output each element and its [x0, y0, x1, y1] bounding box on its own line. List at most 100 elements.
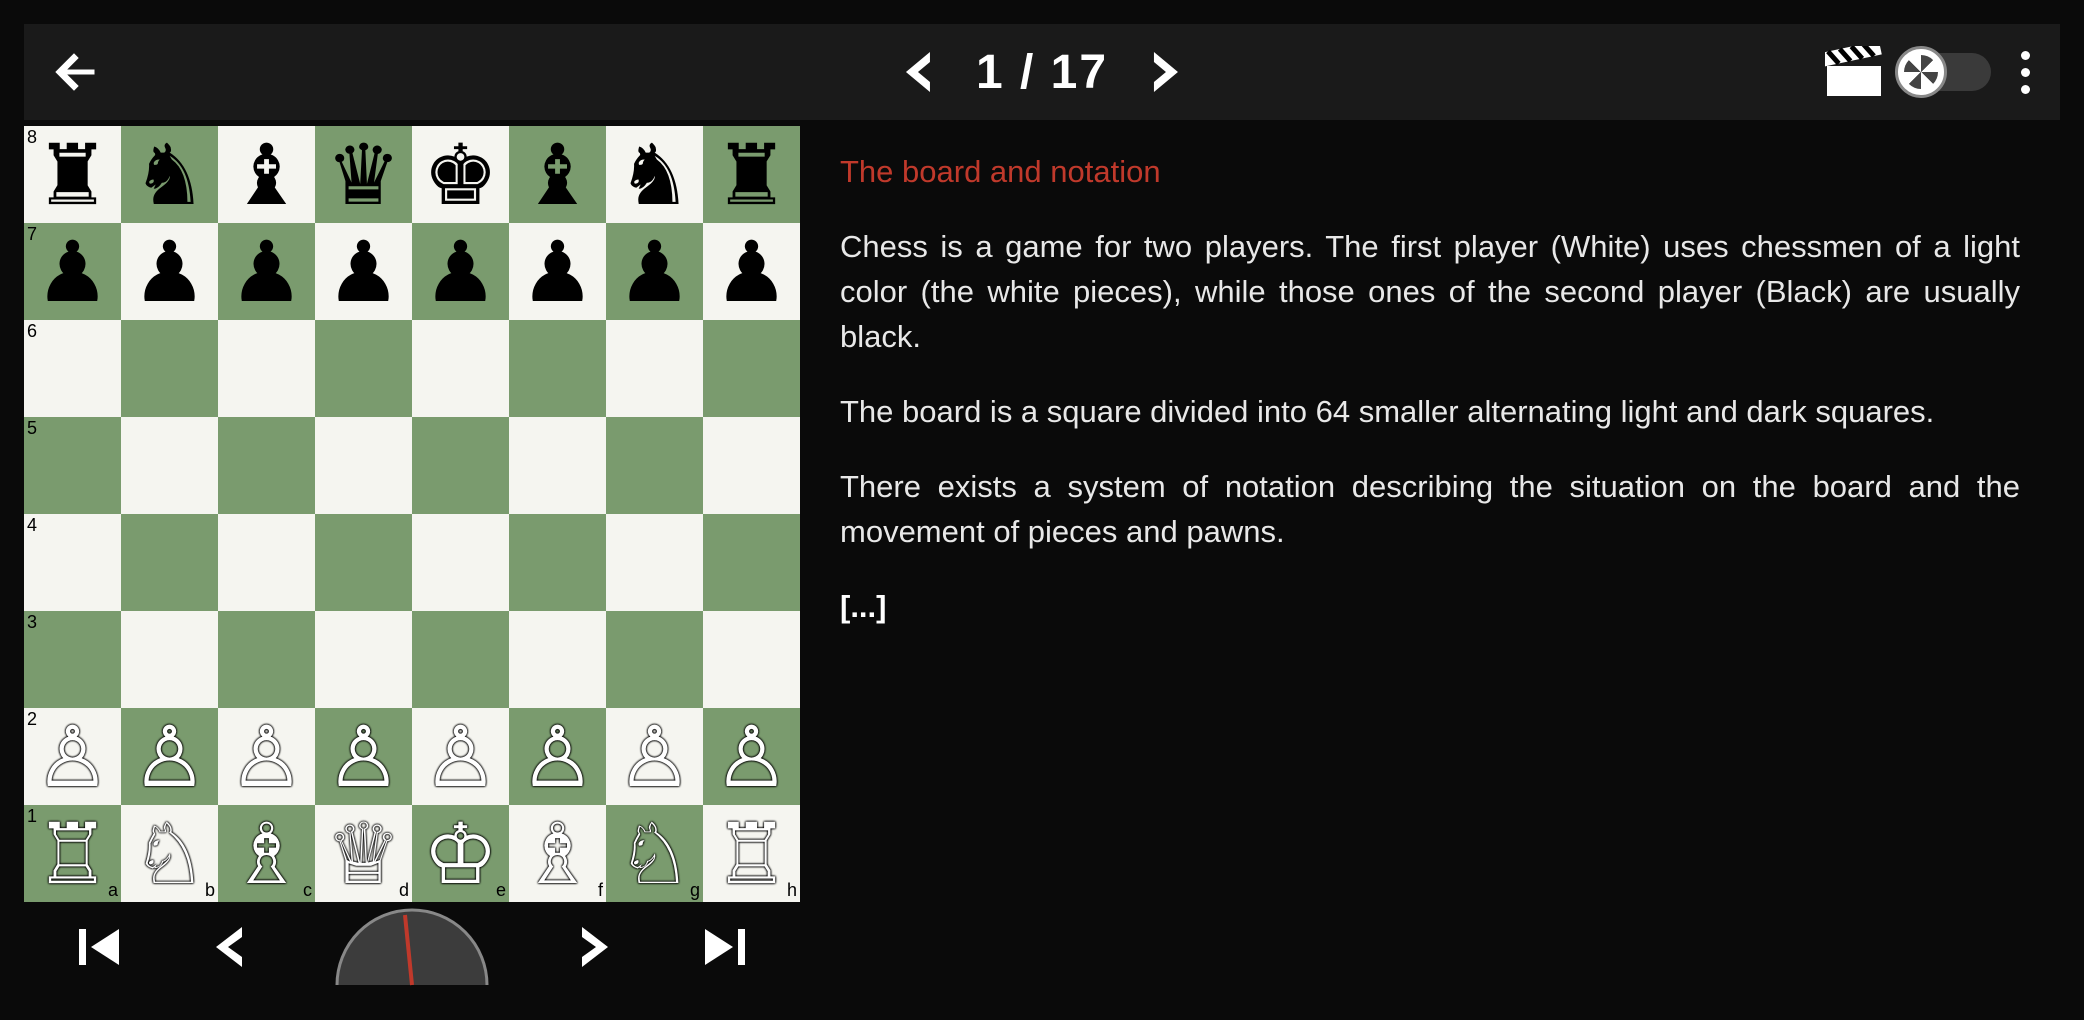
dot-icon [2021, 85, 2030, 94]
white-pawn-icon: ♙ [326, 715, 401, 799]
chevron-left-icon [900, 48, 936, 96]
square-b6[interactable] [121, 320, 218, 417]
black-rook-icon: ♜ [714, 133, 789, 217]
square-c6[interactable] [218, 320, 315, 417]
pager-next-button[interactable] [1148, 48, 1184, 96]
square-b4[interactable] [121, 514, 218, 611]
chevron-left-icon [208, 919, 248, 975]
back-button[interactable] [54, 48, 102, 96]
square-d1[interactable]: d♕ [315, 805, 412, 902]
square-g7[interactable]: ♟ [606, 223, 703, 320]
square-a8[interactable]: 8♜ [24, 126, 121, 223]
square-b5[interactable] [121, 417, 218, 514]
square-d2[interactable]: ♙ [315, 708, 412, 805]
square-h8[interactable]: ♜ [703, 126, 800, 223]
black-pawn-icon: ♟ [617, 230, 692, 314]
black-pawn-icon: ♟ [132, 230, 207, 314]
square-f4[interactable] [509, 514, 606, 611]
square-b8[interactable]: ♞ [121, 126, 218, 223]
square-f7[interactable]: ♟ [509, 223, 606, 320]
board-style-toggle[interactable] [1913, 53, 1991, 91]
square-h3[interactable] [703, 611, 800, 708]
square-h2[interactable]: ♙ [703, 708, 800, 805]
square-d4[interactable] [315, 514, 412, 611]
square-g4[interactable] [606, 514, 703, 611]
lesson-text-panel: The board and notation Chess is a game f… [800, 120, 2060, 1020]
board-column: 8♜♞♝♛♚♝♞♜7♟♟♟♟♟♟♟♟65432♙♙♙♙♙♙♙♙1a♖b♘c♗d♕… [24, 120, 800, 1020]
clapperboard-button[interactable] [1825, 46, 1883, 98]
file-label: g [690, 880, 700, 901]
move-last-button[interactable] [695, 919, 751, 975]
square-a7[interactable]: 7♟ [24, 223, 121, 320]
square-a5[interactable]: 5 [24, 417, 121, 514]
square-f5[interactable] [509, 417, 606, 514]
square-h7[interactable]: ♟ [703, 223, 800, 320]
square-g3[interactable] [606, 611, 703, 708]
square-b2[interactable]: ♙ [121, 708, 218, 805]
move-next-button[interactable] [576, 919, 616, 975]
square-b7[interactable]: ♟ [121, 223, 218, 320]
dot-icon [2021, 51, 2030, 60]
overflow-menu-button[interactable] [2021, 51, 2030, 94]
square-e2[interactable]: ♙ [412, 708, 509, 805]
square-d5[interactable] [315, 417, 412, 514]
lesson-paragraph: The board is a square divided into 64 sm… [840, 390, 2020, 435]
read-more-button[interactable]: [...] [840, 585, 2020, 630]
white-bishop-icon: ♗ [520, 812, 595, 896]
square-d8[interactable]: ♛ [315, 126, 412, 223]
square-e3[interactable] [412, 611, 509, 708]
square-h5[interactable] [703, 417, 800, 514]
square-e1[interactable]: e♔ [412, 805, 509, 902]
square-d7[interactable]: ♟ [315, 223, 412, 320]
square-c8[interactable]: ♝ [218, 126, 315, 223]
square-f6[interactable] [509, 320, 606, 417]
square-e4[interactable] [412, 514, 509, 611]
square-h4[interactable] [703, 514, 800, 611]
white-pawn-icon: ♙ [132, 715, 207, 799]
square-e8[interactable]: ♚ [412, 126, 509, 223]
move-first-button[interactable] [73, 919, 129, 975]
square-g2[interactable]: ♙ [606, 708, 703, 805]
square-c3[interactable] [218, 611, 315, 708]
square-c4[interactable] [218, 514, 315, 611]
eval-gauge[interactable] [327, 905, 497, 990]
square-d6[interactable] [315, 320, 412, 417]
move-prev-button[interactable] [208, 919, 248, 975]
black-knight-icon: ♞ [617, 133, 692, 217]
white-king-icon: ♔ [423, 812, 498, 896]
square-c5[interactable] [218, 417, 315, 514]
square-c1[interactable]: c♗ [218, 805, 315, 902]
pager-prev-button[interactable] [900, 48, 936, 96]
square-g1[interactable]: g♘ [606, 805, 703, 902]
square-a6[interactable]: 6 [24, 320, 121, 417]
square-f1[interactable]: f♗ [509, 805, 606, 902]
square-g8[interactable]: ♞ [606, 126, 703, 223]
square-c7[interactable]: ♟ [218, 223, 315, 320]
square-b1[interactable]: b♘ [121, 805, 218, 902]
square-d3[interactable] [315, 611, 412, 708]
topbar: 1 / 17 [24, 24, 2060, 120]
white-rook-icon: ♖ [35, 812, 110, 896]
square-f2[interactable]: ♙ [509, 708, 606, 805]
square-a2[interactable]: 2♙ [24, 708, 121, 805]
last-icon [695, 919, 751, 975]
clapperboard-icon [1825, 46, 1883, 98]
chess-board[interactable]: 8♜♞♝♛♚♝♞♜7♟♟♟♟♟♟♟♟65432♙♙♙♙♙♙♙♙1a♖b♘c♗d♕… [24, 126, 800, 902]
square-c2[interactable]: ♙ [218, 708, 315, 805]
square-g6[interactable] [606, 320, 703, 417]
white-bishop-icon: ♗ [229, 812, 304, 896]
white-pawn-icon: ♙ [35, 715, 110, 799]
square-e7[interactable]: ♟ [412, 223, 509, 320]
square-h6[interactable] [703, 320, 800, 417]
square-a1[interactable]: 1a♖ [24, 805, 121, 902]
square-e5[interactable] [412, 417, 509, 514]
square-a3[interactable]: 3 [24, 611, 121, 708]
square-f3[interactable] [509, 611, 606, 708]
square-a4[interactable]: 4 [24, 514, 121, 611]
file-label: f [598, 880, 603, 901]
square-e6[interactable] [412, 320, 509, 417]
square-f8[interactable]: ♝ [509, 126, 606, 223]
square-b3[interactable] [121, 611, 218, 708]
square-h1[interactable]: h♖ [703, 805, 800, 902]
square-g5[interactable] [606, 417, 703, 514]
